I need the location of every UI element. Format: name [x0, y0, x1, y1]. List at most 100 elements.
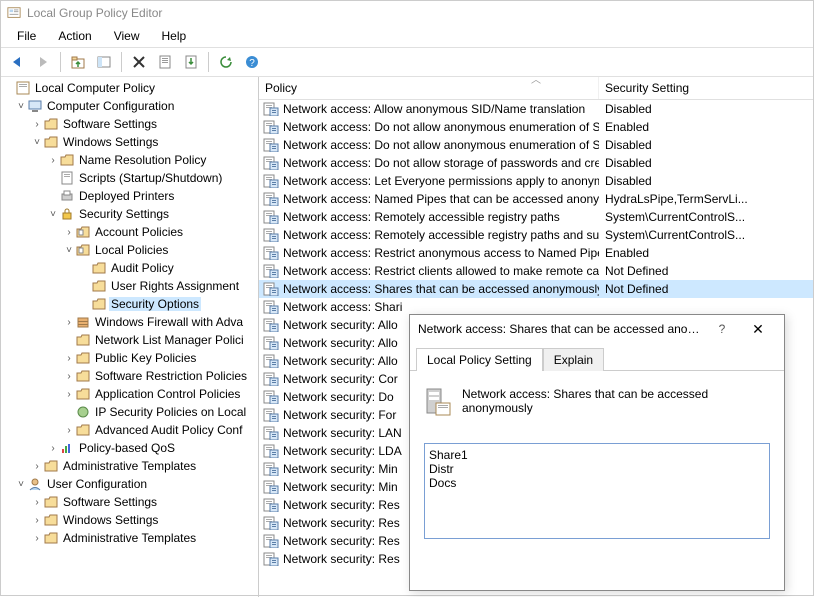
menu-action[interactable]: Action [48, 27, 101, 45]
folder-icon [75, 387, 91, 401]
chevron-right-icon[interactable]: › [31, 533, 43, 544]
export-button[interactable] [179, 50, 203, 74]
list-row[interactable]: Network access: Remotely accessible regi… [259, 208, 813, 226]
menu-file[interactable]: File [7, 27, 46, 45]
chevron-down-icon[interactable]: ˅ [63, 245, 75, 256]
cell-policy: Network access: Do not allow storage of … [259, 156, 599, 170]
list-row[interactable]: Network access: Do not allow anonymous e… [259, 136, 813, 154]
chevron-down-icon[interactable]: ˅ [15, 101, 27, 112]
list-row[interactable]: Network access: Shares that can be acces… [259, 280, 813, 298]
up-button[interactable] [66, 50, 90, 74]
chevron-right-icon[interactable]: › [47, 155, 59, 166]
tree-computer-config[interactable]: ˅ Computer Configuration [1, 97, 258, 115]
tree-user-config[interactable]: ˅ User Configuration [1, 475, 258, 493]
tree-audit-policy[interactable]: Audit Policy [1, 259, 258, 277]
policy-item-icon [263, 408, 279, 422]
dialog-help-button[interactable]: ? [710, 322, 734, 336]
tree-label: Account Policies [93, 225, 185, 239]
policy-document-icon [15, 81, 31, 95]
tree-security-settings[interactable]: ˅ Security Settings [1, 205, 258, 223]
list-row[interactable]: Network access: Do not allow anonymous e… [259, 118, 813, 136]
chevron-right-icon[interactable]: › [63, 389, 75, 400]
tree-user-windows[interactable]: › Windows Settings [1, 511, 258, 529]
forward-button[interactable] [31, 50, 55, 74]
tree-scripts[interactable]: Scripts (Startup/Shutdown) [1, 169, 258, 187]
cell-setting: Not Defined [599, 282, 813, 296]
chevron-right-icon[interactable]: › [63, 425, 75, 436]
tree-app-control[interactable]: › Application Control Policies [1, 385, 258, 403]
refresh-button[interactable] [214, 50, 238, 74]
tree-ip-security[interactable]: IP Security Policies on Local [1, 403, 258, 421]
chevron-down-icon[interactable]: ˅ [31, 137, 43, 148]
tree-public-key[interactable]: › Public Key Policies [1, 349, 258, 367]
tree-user-software[interactable]: › Software Settings [1, 493, 258, 511]
tree-policy-qos[interactable]: › Policy-based QoS [1, 439, 258, 457]
tree-account-policies[interactable]: › Account Policies [1, 223, 258, 241]
list-row[interactable]: Network access: Remotely accessible regi… [259, 226, 813, 244]
cell-policy: Network access: Remotely accessible regi… [259, 210, 599, 224]
chevron-right-icon[interactable]: › [63, 227, 75, 238]
chevron-right-icon[interactable]: › [31, 461, 43, 472]
tree-name-resolution[interactable]: › Name Resolution Policy [1, 151, 258, 169]
policy-text: Network access: Do not allow anonymous e… [283, 120, 599, 134]
delete-button[interactable] [127, 50, 151, 74]
column-header-policy[interactable]: Policy [259, 77, 599, 99]
chevron-right-icon[interactable]: › [63, 371, 75, 382]
policy-text: Network security: LAN [283, 426, 402, 440]
chevron-right-icon[interactable]: › [47, 443, 59, 454]
tree-label: Local Policies [93, 243, 170, 257]
chevron-right-icon[interactable]: › [63, 317, 75, 328]
dialog-close-button[interactable]: ✕ [740, 321, 776, 338]
tree-user-admin-templates[interactable]: › Administrative Templates [1, 529, 258, 547]
chevron-down-icon[interactable]: ˅ [15, 479, 27, 490]
tree-advanced-audit[interactable]: › Advanced Audit Policy Conf [1, 421, 258, 439]
cell-setting: Enabled [599, 120, 813, 134]
show-hide-tree-button[interactable] [92, 50, 116, 74]
tree-network-list[interactable]: Network List Manager Polici [1, 331, 258, 349]
tree-pane[interactable]: Local Computer Policy ˅ Computer Configu… [1, 77, 259, 597]
globe-shield-icon [75, 405, 91, 419]
tree-root[interactable]: Local Computer Policy [1, 79, 258, 97]
tree-windows-settings[interactable]: ˅ Windows Settings [1, 133, 258, 151]
list-row[interactable]: Network access: Allow anonymous SID/Name… [259, 100, 813, 118]
chevron-down-icon[interactable]: ˅ [47, 209, 59, 220]
tree-label: User Rights Assignment [109, 279, 241, 293]
tab-explain[interactable]: Explain [543, 348, 604, 371]
chevron-right-icon[interactable]: › [31, 497, 43, 508]
column-header-setting[interactable]: Security Setting [599, 77, 813, 99]
chevron-right-icon[interactable]: › [31, 119, 43, 130]
list-row[interactable]: Network access: Let Everyone permissions… [259, 172, 813, 190]
tab-local-policy-setting[interactable]: Local Policy Setting [416, 348, 543, 371]
policy-item-icon [263, 318, 279, 332]
policy-text: Network security: Min [283, 480, 398, 494]
list-row[interactable]: Network access: Restrict anonymous acces… [259, 244, 813, 262]
tree-software-restriction[interactable]: › Software Restriction Policies [1, 367, 258, 385]
back-button[interactable] [5, 50, 29, 74]
list-row[interactable]: Network access: Named Pipes that can be … [259, 190, 813, 208]
list-row[interactable]: Network access: Restrict clients allowed… [259, 262, 813, 280]
cell-setting: System\CurrentControlS... [599, 228, 813, 242]
tree-user-rights[interactable]: User Rights Assignment [1, 277, 258, 295]
tree-security-options[interactable]: Security Options [1, 295, 258, 313]
menu-help[interactable]: Help [152, 27, 197, 45]
tree-deployed-printers[interactable]: Deployed Printers [1, 187, 258, 205]
dialog-titlebar[interactable]: Network access: Shares that can be acces… [410, 315, 784, 343]
policy-text: Network security: Res [283, 516, 400, 530]
shares-textarea[interactable]: Share1 Distr Docs [424, 443, 770, 539]
toolbar-separator [60, 52, 61, 72]
folder-icon [43, 459, 59, 473]
policy-text: Network access: Do not allow storage of … [283, 156, 599, 170]
tree-windows-firewall[interactable]: › Windows Firewall with Adva [1, 313, 258, 331]
properties-button[interactable] [153, 50, 177, 74]
chevron-right-icon[interactable]: › [63, 353, 75, 364]
menu-view[interactable]: View [104, 27, 150, 45]
chevron-right-icon[interactable]: › [31, 515, 43, 526]
collapse-handle-icon[interactable]: ︿ [531, 77, 541, 86]
policy-text: Network access: Restrict anonymous acces… [283, 246, 599, 260]
policy-text: Network security: Allo [283, 354, 398, 368]
list-row[interactable]: Network access: Do not allow storage of … [259, 154, 813, 172]
help-button[interactable]: ? [240, 50, 264, 74]
tree-admin-templates[interactable]: › Administrative Templates [1, 457, 258, 475]
tree-software-settings[interactable]: › Software Settings [1, 115, 258, 133]
tree-local-policies[interactable]: ˅ Local Policies [1, 241, 258, 259]
